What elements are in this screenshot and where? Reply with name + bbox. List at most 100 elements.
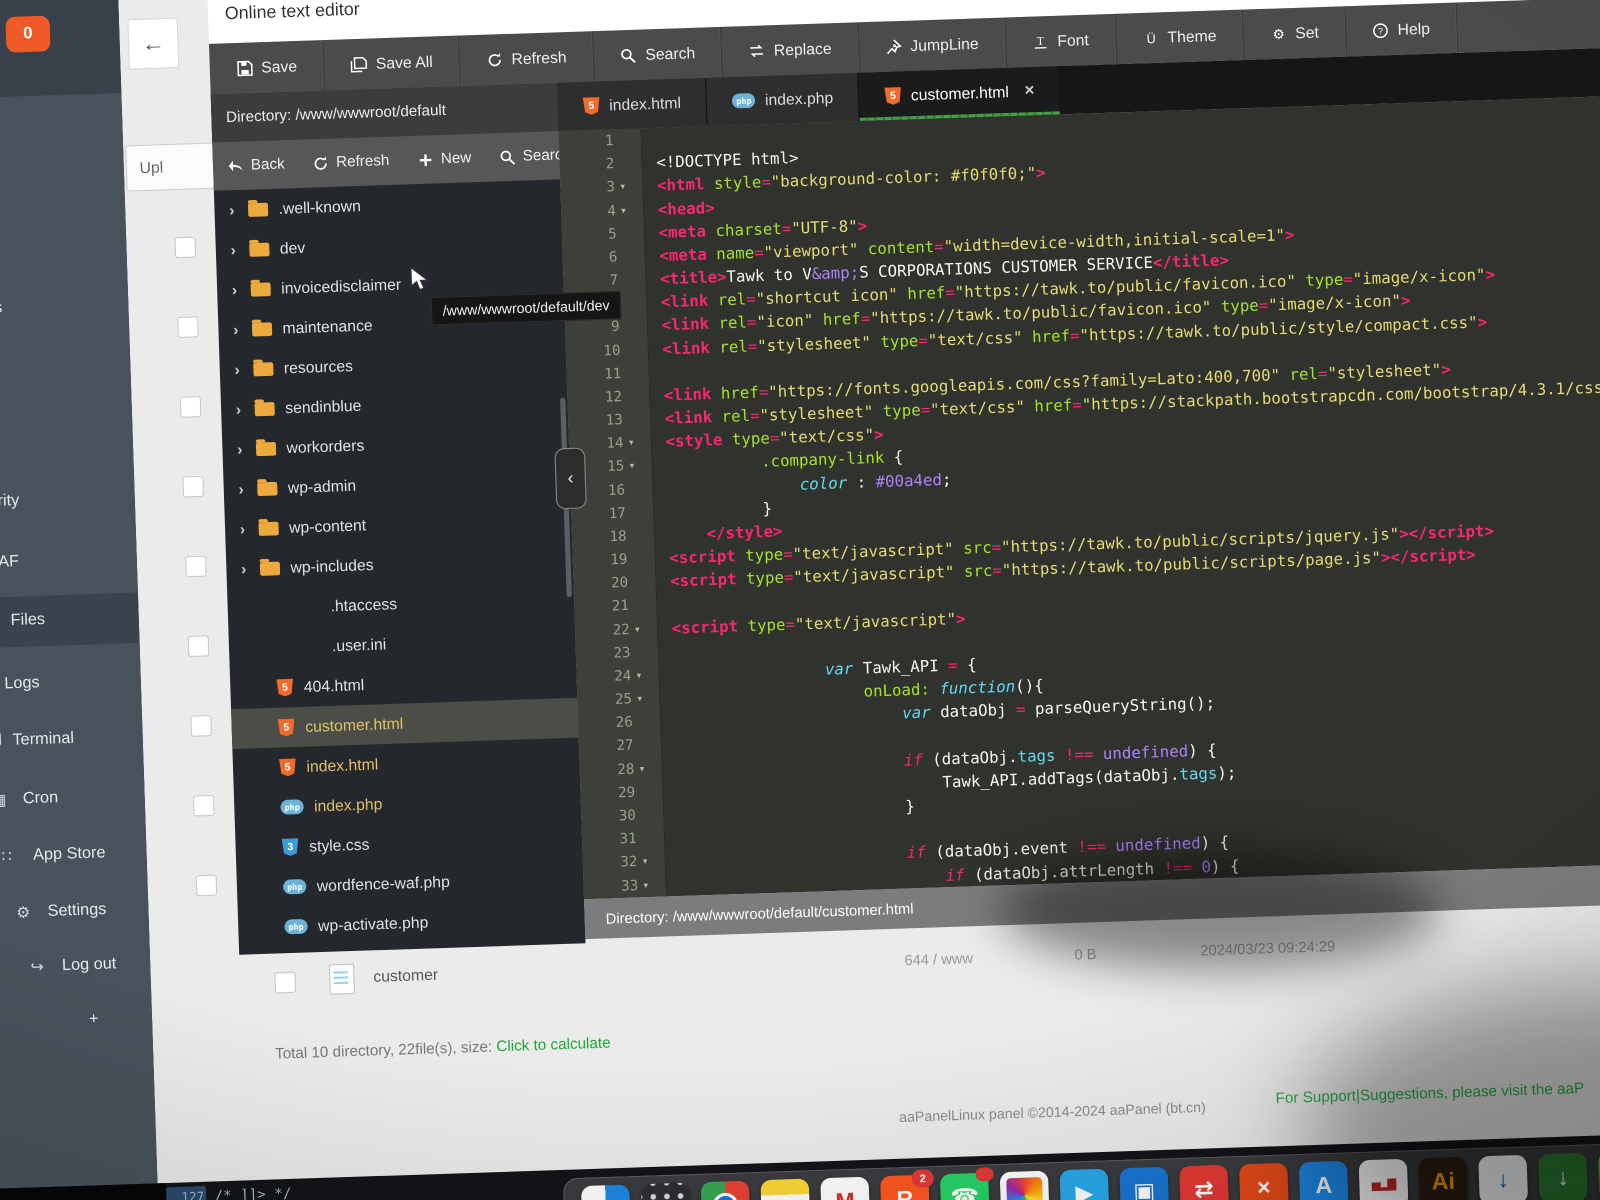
illustrator-icon[interactable]: Ai bbox=[1418, 1157, 1468, 1200]
file-name: dev bbox=[280, 239, 306, 258]
php-file-icon: php bbox=[280, 799, 304, 814]
expand-arrow-icon[interactable]: › bbox=[236, 400, 253, 418]
tree-back-button[interactable]: Back bbox=[212, 140, 299, 191]
whatsapp-icon[interactable]: ☎ bbox=[940, 1173, 990, 1200]
fold-arrow-icon[interactable]: ▾ bbox=[635, 664, 643, 688]
save-all-button[interactable]: Save All bbox=[324, 36, 461, 91]
fold-arrow-icon[interactable]: ▾ bbox=[642, 873, 650, 897]
sidebar-item-waf[interactable]: WAF bbox=[0, 552, 19, 572]
collapse-panel-handle[interactable]: ‹ bbox=[554, 447, 586, 509]
jumpline-button[interactable]: JumpLine bbox=[858, 17, 1007, 72]
help-icon: ? bbox=[1372, 22, 1389, 39]
tab-label: index.php bbox=[765, 89, 834, 109]
stats-icon[interactable]: ▅▂▇ bbox=[1359, 1159, 1409, 1200]
app-store-icon[interactable]: A bbox=[1299, 1161, 1349, 1200]
php-file-icon: php bbox=[284, 919, 308, 934]
list-checkbox[interactable] bbox=[196, 875, 218, 897]
expand-arrow-icon[interactable]: › bbox=[229, 201, 246, 219]
file-name[interactable]: customer bbox=[373, 966, 438, 986]
sidebar-item-logs[interactable]: Logs bbox=[4, 674, 40, 694]
tree-refresh-button[interactable]: Refresh bbox=[298, 136, 404, 188]
button-label: Font bbox=[1057, 31, 1089, 50]
cron-icon: ▦ bbox=[0, 790, 7, 809]
fold-arrow-icon[interactable]: ▾ bbox=[627, 431, 635, 455]
expand-arrow-icon[interactable]: › bbox=[237, 440, 254, 458]
tab-index.html[interactable]: 5index.html bbox=[557, 78, 708, 131]
photos-icon[interactable] bbox=[1000, 1171, 1050, 1200]
font-icon: T bbox=[1032, 33, 1049, 50]
sidebar-item-cron[interactable]: Cron bbox=[23, 789, 59, 809]
downloader-icon[interactable]: ↓ bbox=[1478, 1155, 1528, 1200]
fold-arrow-icon[interactable]: ▾ bbox=[634, 617, 642, 641]
remote-desktop-icon[interactable]: × bbox=[1239, 1163, 1289, 1200]
r-app-icon[interactable]: R2 bbox=[880, 1175, 930, 1200]
code-red-icon[interactable]: ⇄ bbox=[1179, 1165, 1229, 1200]
fold-arrow-icon[interactable]: ▾ bbox=[638, 757, 646, 781]
gmail-icon[interactable]: M bbox=[820, 1177, 870, 1200]
sidebar-item-app-store[interactable]: App Store bbox=[33, 844, 106, 865]
list-checkbox[interactable] bbox=[177, 316, 199, 338]
list-checkbox[interactable] bbox=[188, 635, 210, 657]
tree-new-button[interactable]: New bbox=[402, 134, 485, 185]
button-label: New bbox=[441, 150, 472, 168]
line-number: 25 bbox=[577, 688, 632, 713]
expand-arrow-icon[interactable]: › bbox=[238, 480, 255, 498]
expand-arrow-icon[interactable]: › bbox=[232, 281, 249, 299]
expand-arrow-icon[interactable]: › bbox=[230, 241, 247, 259]
line-number: 19 bbox=[572, 548, 627, 573]
button-label: Search bbox=[645, 44, 695, 63]
sidebar-item-security[interactable]: Security bbox=[0, 491, 20, 512]
list-checkbox[interactable] bbox=[193, 795, 215, 817]
finder-icon[interactable] bbox=[581, 1185, 631, 1200]
refresh-button[interactable]: Refresh bbox=[459, 31, 595, 86]
close-tab-icon[interactable]: × bbox=[1024, 82, 1034, 101]
fold-arrow-icon[interactable]: ▾ bbox=[636, 687, 644, 711]
expand-arrow-icon[interactable]: › bbox=[241, 560, 258, 578]
sidebar-item-logout[interactable]: Log out bbox=[62, 955, 117, 976]
file-name: 404.html bbox=[304, 676, 365, 696]
fold-arrow-icon[interactable]: ▾ bbox=[619, 175, 627, 199]
tab-index.php[interactable]: phpindex.php bbox=[706, 73, 860, 126]
back-arrow-button[interactable]: ← bbox=[127, 18, 179, 70]
notes-icon[interactable] bbox=[760, 1179, 810, 1200]
fold-arrow-icon[interactable]: ▾ bbox=[620, 199, 628, 223]
expand-arrow-icon[interactable]: › bbox=[240, 520, 257, 538]
font-button[interactable]: T Font bbox=[1005, 14, 1117, 68]
list-checkbox[interactable] bbox=[174, 237, 196, 259]
notification-badge[interactable]: 0 bbox=[5, 16, 50, 53]
line-number: 22 bbox=[575, 618, 630, 643]
sidebar-item-add[interactable]: + bbox=[89, 1010, 99, 1029]
set-button[interactable]: ⚙Set bbox=[1243, 6, 1347, 60]
replace-button[interactable]: Replace bbox=[722, 22, 860, 77]
search-button[interactable]: Search bbox=[593, 27, 723, 82]
save-button[interactable]: Save bbox=[209, 40, 325, 94]
chrome-icon[interactable] bbox=[701, 1181, 751, 1200]
file-name: wp-activate.php bbox=[318, 913, 429, 934]
help-button[interactable]: ?Help bbox=[1345, 3, 1458, 57]
books-icon[interactable]: ▣ bbox=[1119, 1167, 1169, 1200]
list-checkbox[interactable] bbox=[180, 396, 202, 418]
list-checkbox[interactable] bbox=[185, 556, 207, 578]
upload-button[interactable]: Upl bbox=[125, 142, 219, 191]
expand-arrow-icon[interactable]: › bbox=[234, 360, 251, 378]
theme-button[interactable]: ÜTheme bbox=[1115, 10, 1244, 65]
sidebar-item-databases[interactable]: abases bbox=[0, 299, 3, 320]
launchpad-icon[interactable] bbox=[641, 1183, 691, 1200]
tab-customer.html[interactable]: 5customer.html× bbox=[859, 66, 1062, 121]
green-download-icon[interactable]: ↓ bbox=[1538, 1153, 1588, 1200]
file-name: style.css bbox=[309, 835, 370, 855]
line-number: 127 bbox=[166, 1186, 207, 1200]
code-editor[interactable]: 12<!DOCTYPE html>3▾<html style="backgrou… bbox=[559, 96, 1600, 900]
list-checkbox[interactable] bbox=[182, 476, 204, 498]
list-checkbox[interactable] bbox=[190, 715, 212, 737]
button-label: Theme bbox=[1167, 27, 1217, 46]
fold-arrow-icon[interactable]: ▾ bbox=[641, 850, 649, 874]
sidebar-item-files[interactable]: Files bbox=[10, 610, 45, 630]
telegram-icon[interactable]: ▶ bbox=[1059, 1169, 1109, 1200]
sidebar-item-settings[interactable]: Settings bbox=[47, 900, 106, 921]
file-name: sendinblue bbox=[285, 397, 362, 417]
expand-arrow-icon[interactable]: › bbox=[233, 320, 250, 338]
fold-arrow-icon[interactable]: ▾ bbox=[628, 455, 636, 479]
row-checkbox[interactable] bbox=[274, 972, 296, 994]
sidebar-item-terminal[interactable]: Terminal bbox=[12, 729, 74, 750]
